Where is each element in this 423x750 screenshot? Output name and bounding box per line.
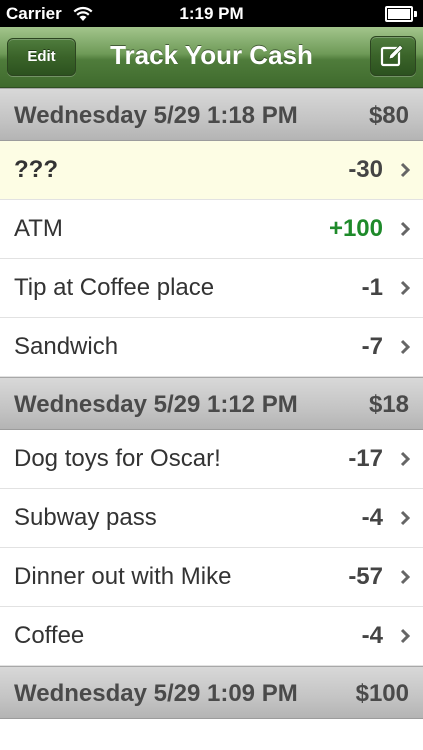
section-header: Wednesday 5/29 1:12 PM $18 [0,377,423,430]
chevron-right-icon [400,628,410,644]
transaction-label: Coffee [14,622,85,649]
transaction-label: Tip at Coffee place [14,274,215,301]
transaction-amount: -30 [348,156,383,183]
transaction-amount: -17 [348,445,383,472]
page-title: Track Your Cash [110,40,313,70]
compose-button[interactable] [370,36,416,76]
transaction-row[interactable]: ??? -30 [0,141,423,200]
transaction-amount: -57 [348,563,383,590]
transaction-row[interactable]: Coffee -4 [0,607,423,666]
transaction-label: Dog toys for Oscar! [14,445,221,472]
transaction-row[interactable]: ATM +100 [0,200,423,259]
transaction-amount: -1 [361,274,383,301]
transaction-label: ATM [14,215,63,242]
navigation-bar: Edit Track Your Cash [0,27,423,88]
chevron-right-icon [400,221,410,237]
transaction-amount: +100 [328,215,383,242]
transaction-label: ??? [14,156,58,183]
transaction-row[interactable]: Dinner out with Mike -57 [0,548,423,607]
battery-icon [385,6,417,22]
section-total: $18 [368,391,409,418]
chevron-right-icon [400,569,410,585]
section-date: Wednesday 5/29 1:18 PM [14,102,298,129]
section-header: Wednesday 5/29 1:09 PM $100 [0,666,423,719]
section-date: Wednesday 5/29 1:12 PM [14,391,298,418]
transaction-amount: -7 [361,333,383,360]
chevron-right-icon [400,280,410,296]
compose-icon [380,44,404,67]
transaction-label: Subway pass [14,504,157,531]
section-date: Wednesday 5/29 1:09 PM [14,680,298,707]
chevron-right-icon [400,451,410,467]
section-header: Wednesday 5/29 1:18 PM $80 [0,88,423,141]
transaction-amount: -4 [361,504,383,531]
chevron-right-icon [400,339,410,355]
chevron-right-icon [400,162,410,178]
transaction-label: Sandwich [14,333,119,360]
chevron-right-icon [400,510,410,526]
section-total: $100 [355,680,409,707]
transaction-label: Dinner out with Mike [14,563,232,590]
section-total: $80 [368,102,409,129]
transaction-list: Wednesday 5/29 1:18 PM $80 ??? -30 ATM +… [0,88,423,719]
transaction-amount: -4 [361,622,383,649]
transaction-row[interactable]: Dog toys for Oscar! -17 [0,430,423,489]
status-time: 1:19 PM [179,4,244,23]
transaction-row[interactable]: Sandwich -7 [0,318,423,377]
transaction-row[interactable]: Tip at Coffee place -1 [0,259,423,318]
transaction-row[interactable]: Subway pass -4 [0,489,423,548]
status-bar: Carrier 1:19 PM [0,0,423,27]
